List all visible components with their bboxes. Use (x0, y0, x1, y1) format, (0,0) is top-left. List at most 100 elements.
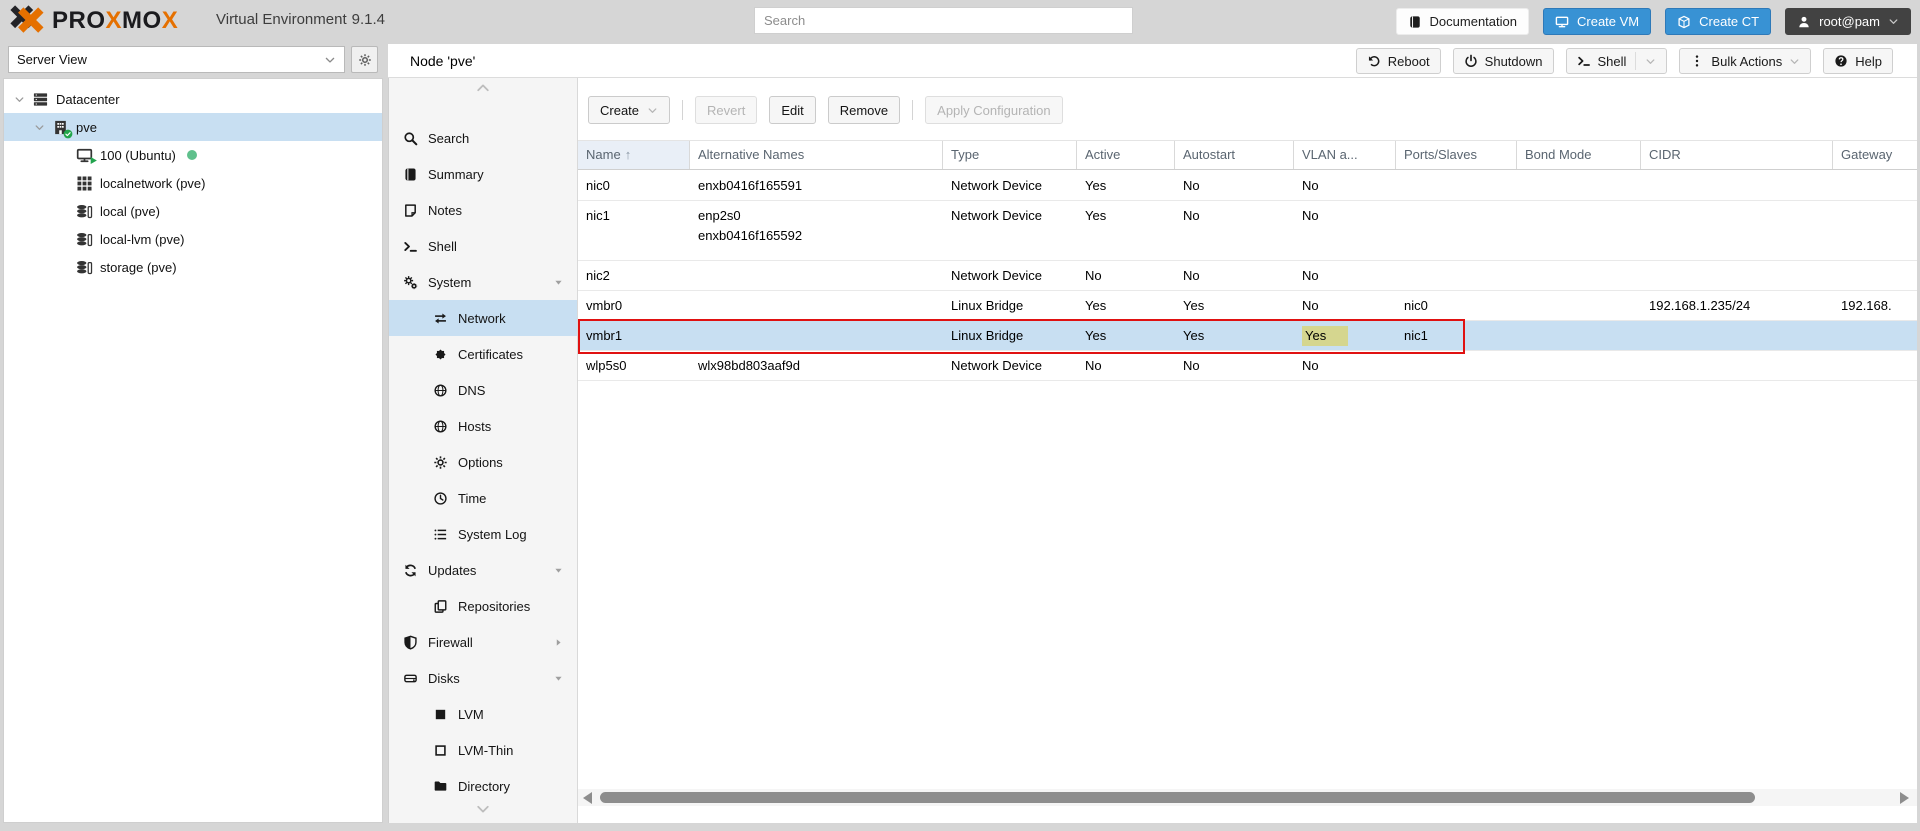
help-button[interactable]: Help (1823, 48, 1893, 74)
menu-scroll-up[interactable] (389, 80, 577, 96)
column-header-active[interactable]: Active (1077, 141, 1175, 169)
monitor-icon (1555, 15, 1569, 29)
cell-vlan: No (1302, 268, 1319, 283)
shell-button[interactable]: Shell (1565, 48, 1668, 74)
tree-item-local-lvm-pve-[interactable]: local-lvm (pve) (4, 225, 382, 253)
cell-alt: wlx98bd803aaf9d (690, 351, 943, 380)
tri-down-icon[interactable] (553, 277, 564, 288)
create-ct-button[interactable]: Create CT (1665, 8, 1772, 35)
brand-part: MO (122, 7, 162, 34)
revert-button[interactable]: Revert (695, 96, 758, 124)
menu-item-disks[interactable]: Disks (389, 660, 577, 696)
view-selector-label: Server View (17, 52, 87, 67)
menu-item-lvm[interactable]: LVM (389, 696, 577, 732)
column-header-autostart[interactable]: Autostart (1175, 141, 1294, 169)
tri-right-icon[interactable] (553, 637, 564, 648)
tree-item-localnetwork-pve-[interactable]: localnetwork (pve) (4, 169, 382, 197)
chevron-down-icon[interactable] (14, 94, 25, 105)
shutdown-button[interactable]: Shutdown (1452, 48, 1554, 74)
documentation-button[interactable]: Documentation (1395, 8, 1529, 35)
network-row-nic2[interactable]: nic2 Network Device No No No (578, 261, 1917, 291)
bulk-actions-button[interactable]: Bulk Actions (1679, 48, 1812, 74)
menu-item-shell[interactable]: Shell (389, 228, 577, 264)
alt-name-line: enxb0416f165592 (698, 228, 803, 243)
column-header-bond[interactable]: Bond Mode (1517, 141, 1641, 169)
menu-item-repositories[interactable]: Repositories (389, 588, 577, 624)
node-menu: Search Summary Notes Shell System Network Cert… (389, 78, 578, 823)
menu-item-label: Disks (428, 670, 460, 686)
menu-item-notes[interactable]: Notes (389, 192, 577, 228)
cell-name: vmbr1 (586, 328, 623, 343)
column-header-type[interactable]: Type (943, 141, 1077, 169)
cell-name: nic2 (586, 268, 610, 283)
menu-item-dns[interactable]: DNS (389, 372, 577, 408)
remove-label: Remove (839, 102, 889, 118)
gear-icon (358, 53, 372, 67)
tri-down-icon[interactable] (553, 673, 564, 684)
storage-icon (76, 231, 93, 248)
tree-item-datacenter[interactable]: Datacenter (4, 85, 382, 113)
horizontal-scrollbar[interactable] (578, 789, 1917, 806)
tree-settings-button[interactable] (351, 46, 378, 73)
column-header-cidr[interactable]: CIDR (1641, 141, 1833, 169)
column-header-alt[interactable]: Alternative Names (690, 141, 943, 169)
create-button[interactable]: Create (588, 96, 671, 124)
cell-alt (690, 291, 943, 320)
menu-item-network[interactable]: Network (389, 300, 577, 336)
tri-down-icon[interactable] (553, 565, 564, 576)
menu-item-hosts[interactable]: Hosts (389, 408, 577, 444)
cell-gateway (1833, 321, 1917, 350)
grid-icon (76, 175, 93, 192)
edit-button[interactable]: Edit (769, 96, 816, 124)
edit-label: Edit (781, 102, 804, 118)
menu-item-time[interactable]: Time (389, 480, 577, 516)
menu-item-updates[interactable]: Updates (389, 552, 577, 588)
column-header-gateway[interactable]: Gateway (1833, 141, 1917, 169)
tree-item-label: 100 (Ubuntu) (100, 147, 176, 163)
tree-item-label: storage (pve) (100, 259, 177, 275)
network-row-nic1[interactable]: nic1 enp2s0 enxb0416f165592 Network Device Y… (578, 201, 1917, 261)
network-row-nic0[interactable]: nic0 enxb0416f165591 Network Device Yes No No (578, 171, 1917, 201)
view-selector-combo[interactable]: Server View (8, 46, 345, 73)
chevron-down-icon[interactable] (34, 122, 45, 133)
menu-item-search[interactable]: Search (389, 120, 577, 156)
create-ct-label: Create CT (1699, 14, 1760, 29)
tree-item-storage-pve-[interactable]: storage (pve) (4, 253, 382, 281)
storage-icon (76, 203, 93, 220)
apply-configuration-button[interactable]: Apply Configuration (925, 96, 1063, 124)
network-row-wlp5s0[interactable]: wlp5s0 wlx98bd803aaf9d Network Device No No N… (578, 351, 1917, 381)
global-search-input[interactable] (754, 7, 1133, 34)
menu-item-label: System (428, 274, 472, 290)
tree-item-100-ubuntu-[interactable]: 100 (Ubuntu) (4, 141, 382, 169)
column-header-ports[interactable]: Ports/Slaves (1396, 141, 1517, 169)
menu-item-summary[interactable]: Summary (389, 156, 577, 192)
menu-scroll-down[interactable] (389, 801, 577, 817)
create-vm-button[interactable]: Create VM (1543, 8, 1652, 35)
menu-item-firewall[interactable]: Firewall (389, 624, 577, 660)
cell-cidr: 192.168.1.235/24 (1649, 298, 1751, 313)
menu-item-certificates[interactable]: Certificates (389, 336, 577, 372)
refresh-icon (403, 563, 418, 578)
network-row-vmbr0[interactable]: vmbr0 Linux Bridge Yes Yes No nic0 192.168.1.2… (578, 291, 1917, 321)
cell-gateway (1833, 171, 1917, 200)
column-header-name[interactable]: Name ↑ (578, 141, 690, 169)
menu-item-label: Hosts (458, 418, 492, 434)
reboot-button[interactable]: Reboot (1355, 48, 1441, 74)
tree-item-pve[interactable]: pve (4, 113, 382, 141)
column-header-vlan[interactable]: VLAN a... (1294, 141, 1396, 169)
scrollbar-thumb[interactable] (600, 792, 1755, 803)
user-menu-button[interactable]: root@pam (1785, 8, 1911, 35)
menu-item-system-log[interactable]: System Log (389, 516, 577, 552)
product-version-number: 9.1.4 (351, 11, 385, 28)
network-row-vmbr1[interactable]: vmbr1 Linux Bridge Yes Yes Yes nic1 (578, 321, 1917, 351)
tree-item-local-pve-[interactable]: local (pve) (4, 197, 382, 225)
menu-item-system[interactable]: System (389, 264, 577, 300)
menu-item-lvm-thin[interactable]: LVM-Thin (389, 732, 577, 768)
menu-item-options[interactable]: Options (389, 444, 577, 480)
scroll-right-arrow[interactable] (1900, 792, 1909, 804)
cell-gateway (1833, 261, 1917, 290)
remove-button[interactable]: Remove (827, 96, 901, 124)
menu-item-directory[interactable]: Directory (389, 768, 577, 798)
scroll-left-arrow[interactable] (583, 792, 592, 804)
copy-icon (433, 599, 448, 614)
